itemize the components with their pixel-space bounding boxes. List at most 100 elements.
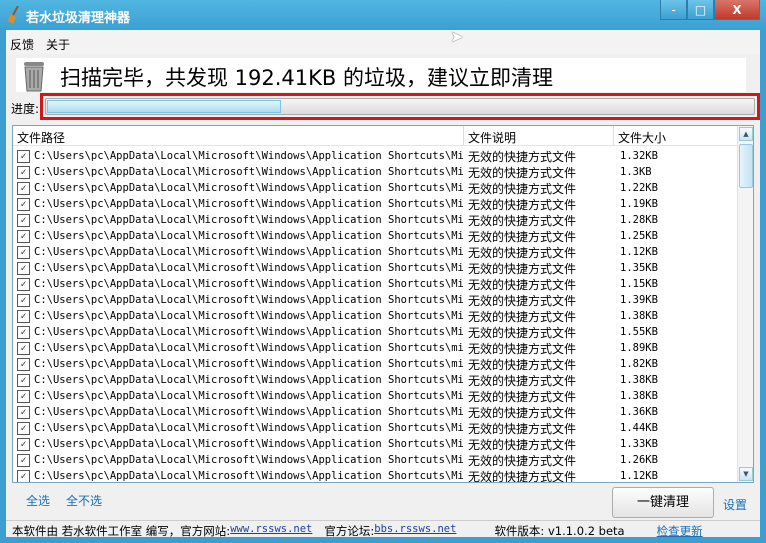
row-checkbox[interactable]: ✓ [17, 421, 30, 435]
table-row[interactable]: ✓ C:\Users\pc\AppData\Local\Microsoft\Win… [13, 164, 738, 180]
file-size: 1.33KB [620, 438, 658, 450]
forum-label: 官方论坛: [324, 524, 375, 538]
row-checkbox[interactable]: ✓ [17, 277, 30, 291]
table-row[interactable]: ✓ C:\Users\pc\AppData\Local\Microsoft\Win… [13, 244, 738, 260]
broom-icon [8, 6, 19, 24]
menu-about[interactable]: 关于 [46, 36, 70, 54]
column-header-size[interactable]: 文件大小 [614, 126, 738, 145]
row-checkbox[interactable]: ✓ [17, 357, 30, 371]
scroll-down-icon[interactable]: ▼ [739, 467, 753, 481]
file-size: 1.82KB [620, 358, 658, 370]
table-row[interactable]: ✓ C:\Users\pc\AppData\Local\Microsoft\Win… [13, 180, 738, 196]
one-click-clean-button[interactable]: 一键清理 [612, 487, 714, 518]
file-size: 1.39KB [620, 294, 658, 306]
file-path: C:\Users\pc\AppData\Local\Microsoft\Wind… [34, 230, 464, 242]
row-checkbox[interactable]: ✓ [17, 437, 30, 451]
row-checkbox[interactable]: ✓ [17, 213, 30, 227]
table-row[interactable]: ✓ C:\Users\pc\AppData\Local\Microsoft\Win… [13, 404, 738, 420]
table-row[interactable]: ✓ C:\Users\pc\AppData\Local\Microsoft\Win… [13, 420, 738, 436]
file-path: C:\Users\pc\AppData\Local\Microsoft\Wind… [34, 374, 464, 386]
row-checkbox[interactable]: ✓ [17, 373, 30, 387]
file-description: 无效的快捷方式文件 [468, 149, 577, 164]
row-checkbox[interactable]: ✓ [17, 453, 30, 467]
result-banner: 扫描完毕，共发现 192.41KB 的垃圾，建议立即清理 [16, 58, 746, 92]
file-path: C:\Users\pc\AppData\Local\Microsoft\Wind… [34, 454, 464, 466]
row-checkbox[interactable]: ✓ [17, 245, 30, 259]
file-size: 1.38KB [620, 374, 658, 386]
table-row[interactable]: ✓ C:\Users\pc\AppData\Local\Microsoft\Win… [13, 196, 738, 212]
progress-highlight [40, 93, 760, 120]
table-row[interactable]: ✓ C:\Users\pc\AppData\Local\Microsoft\Win… [13, 436, 738, 452]
table-row[interactable]: ✓ C:\Users\pc\AppData\Local\Microsoft\Win… [13, 372, 738, 388]
file-list: 文件路径 文件说明 文件大小 ✓ C:\Users\pc\AppData\Loca… [12, 125, 754, 483]
vertical-scrollbar[interactable]: ▲ ▼ [737, 126, 753, 482]
row-checkbox[interactable]: ✓ [17, 389, 30, 403]
select-all-link[interactable]: 全选 [26, 492, 50, 509]
file-description: 无效的快捷方式文件 [468, 421, 577, 436]
table-row[interactable]: ✓ C:\Users\pc\AppData\Local\Microsoft\Win… [13, 260, 738, 276]
row-checkbox[interactable]: ✓ [17, 181, 30, 195]
table-row[interactable]: ✓ C:\Users\pc\AppData\Local\Microsoft\Win… [13, 148, 738, 164]
check-update-link[interactable]: 检查更新 [657, 523, 703, 538]
file-description: 无效的快捷方式文件 [468, 261, 577, 276]
table-row[interactable]: ✓ C:\Users\pc\AppData\Local\Microsoft\Win… [13, 452, 738, 468]
minimize-button[interactable]: - [660, 0, 687, 20]
maximize-button[interactable]: □ [687, 0, 714, 20]
scroll-thumb[interactable] [739, 144, 753, 188]
website-link[interactable]: www.rssws.net [230, 523, 312, 535]
row-checkbox[interactable]: ✓ [17, 309, 30, 323]
file-description: 无效的快捷方式文件 [468, 405, 577, 420]
column-header-path[interactable]: 文件路径 [13, 126, 464, 145]
file-path: C:\Users\pc\AppData\Local\Microsoft\Wind… [34, 150, 464, 162]
file-description: 无效的快捷方式文件 [468, 341, 577, 356]
table-row[interactable]: ✓ C:\Users\pc\AppData\Local\Microsoft\Win… [13, 212, 738, 228]
settings-link[interactable]: 设置 [723, 496, 747, 513]
file-description: 无效的快捷方式文件 [468, 181, 577, 196]
row-checkbox[interactable]: ✓ [17, 341, 30, 355]
row-checkbox[interactable]: ✓ [17, 165, 30, 179]
table-row[interactable]: ✓ C:\Users\pc\AppData\Local\Microsoft\Win… [13, 468, 738, 482]
row-checkbox[interactable]: ✓ [17, 149, 30, 163]
column-header-description[interactable]: 文件说明 [464, 126, 614, 145]
status-bar: 本软件由 若水软件工作室 编写，官方网站: www.rssws.net 官方论坛… [6, 520, 760, 538]
table-row[interactable]: ✓ C:\Users\pc\AppData\Local\Microsoft\Win… [13, 276, 738, 292]
table-row[interactable]: ✓ C:\Users\pc\AppData\Local\Microsoft\Win… [13, 356, 738, 372]
row-checkbox[interactable]: ✓ [17, 469, 30, 482]
file-description: 无效的快捷方式文件 [468, 437, 577, 452]
file-path: C:\Users\pc\AppData\Local\Microsoft\Wind… [34, 342, 464, 354]
scroll-up-icon[interactable]: ▲ [739, 127, 753, 141]
file-size: 1.19KB [620, 198, 658, 210]
menu-feedback[interactable]: 反馈 [10, 36, 34, 54]
scan-result-message: 扫描完毕，共发现 192.41KB 的垃圾，建议立即清理 [60, 66, 554, 90]
table-row[interactable]: ✓ C:\Users\pc\AppData\Local\Microsoft\Win… [13, 388, 738, 404]
row-checkbox[interactable]: ✓ [17, 197, 30, 211]
row-checkbox[interactable]: ✓ [17, 405, 30, 419]
table-row[interactable]: ✓ C:\Users\pc\AppData\Local\Microsoft\Win… [13, 292, 738, 308]
file-path: C:\Users\pc\AppData\Local\Microsoft\Wind… [34, 294, 464, 306]
row-checkbox[interactable]: ✓ [17, 261, 30, 275]
table-row[interactable]: ✓ C:\Users\pc\AppData\Local\Microsoft\Win… [13, 228, 738, 244]
table-row[interactable]: ✓ C:\Users\pc\AppData\Local\Microsoft\Win… [13, 308, 738, 324]
file-description: 无效的快捷方式文件 [468, 197, 577, 212]
table-row[interactable]: ✓ C:\Users\pc\AppData\Local\Microsoft\Win… [13, 340, 738, 356]
file-path: C:\Users\pc\AppData\Local\Microsoft\Wind… [34, 182, 464, 194]
forum-link[interactable]: bbs.rssws.net [374, 523, 456, 535]
file-size: 1.32KB [620, 150, 658, 162]
file-path: C:\Users\pc\AppData\Local\Microsoft\Wind… [34, 166, 464, 178]
file-size: 1.36KB [620, 406, 658, 418]
row-checkbox[interactable]: ✓ [17, 325, 30, 339]
file-description: 无效的快捷方式文件 [468, 357, 577, 372]
file-size: 1.38KB [620, 390, 658, 402]
file-description: 无效的快捷方式文件 [468, 325, 577, 340]
file-description: 无效的快捷方式文件 [468, 309, 577, 324]
select-none-link[interactable]: 全不选 [66, 492, 102, 509]
row-checkbox[interactable]: ✓ [17, 293, 30, 307]
file-description: 无效的快捷方式文件 [468, 453, 577, 468]
close-button[interactable]: X [714, 0, 760, 20]
file-description: 无效的快捷方式文件 [468, 229, 577, 244]
file-size: 1.15KB [620, 278, 658, 290]
table-row[interactable]: ✓ C:\Users\pc\AppData\Local\Microsoft\Win… [13, 324, 738, 340]
row-checkbox[interactable]: ✓ [17, 229, 30, 243]
trash-can-icon [24, 62, 44, 92]
file-path: C:\Users\pc\AppData\Local\Microsoft\Wind… [34, 406, 464, 418]
